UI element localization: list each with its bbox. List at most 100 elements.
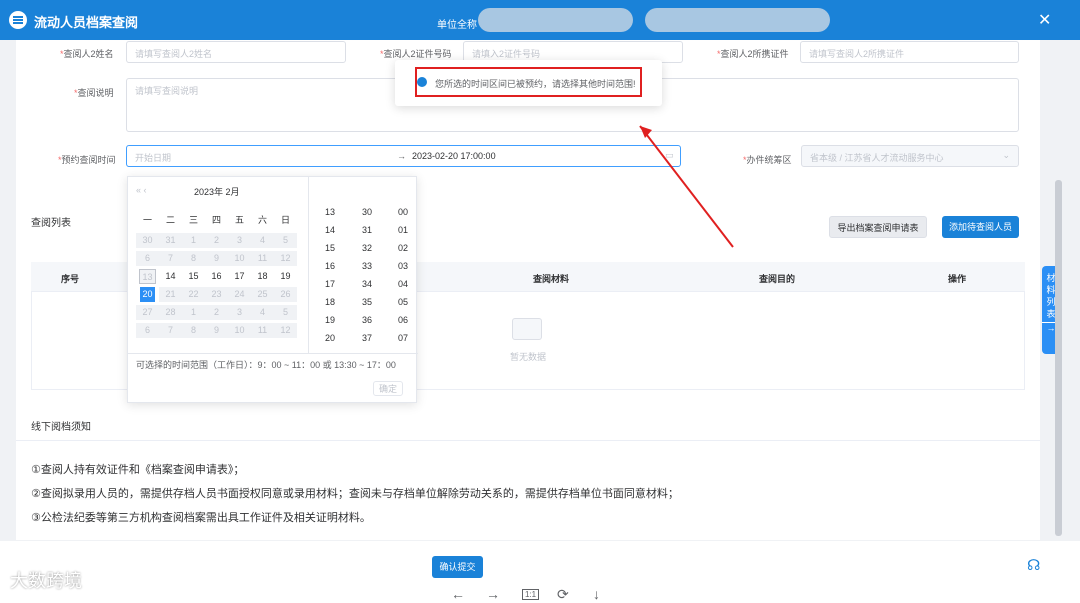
- calendar-day[interactable]: 2: [205, 233, 228, 248]
- calendar-day[interactable]: 22: [182, 287, 205, 302]
- calendar-day[interactable]: 13: [139, 269, 156, 284]
- scrollbar[interactable]: [1055, 180, 1062, 536]
- calendar-day[interactable]: 23: [205, 287, 228, 302]
- weekday-label: 二: [165, 215, 175, 225]
- calendar-day[interactable]: 24: [228, 287, 251, 302]
- time-option[interactable]: 04: [386, 279, 420, 289]
- time-option[interactable]: 01: [386, 225, 420, 235]
- time-option[interactable]: 18: [313, 297, 347, 307]
- name2-input[interactable]: 请填写查阅人2姓名: [126, 41, 346, 63]
- calendar-day[interactable]: 3: [228, 305, 251, 320]
- calendar-day[interactable]: 27: [136, 305, 159, 320]
- col-index: 序号: [61, 274, 80, 284]
- calendar-day[interactable]: 20: [140, 287, 155, 302]
- arrow-left-icon[interactable]: ←: [451, 586, 465, 602]
- time-option[interactable]: 33: [350, 261, 384, 271]
- time-option[interactable]: 36: [350, 315, 384, 325]
- calendar-day[interactable]: 11: [251, 251, 274, 266]
- calendar-day[interactable]: 2: [205, 305, 228, 320]
- calendar-day[interactable]: 6: [136, 323, 159, 338]
- calendar-day[interactable]: 18: [251, 269, 274, 284]
- confirm-button[interactable]: 确定: [373, 381, 403, 396]
- cert2-input[interactable]: 请填写查阅人2所携证件: [800, 41, 1019, 63]
- calendar-day[interactable]: 10: [228, 251, 251, 266]
- name2-label: *查阅人2姓名: [60, 49, 114, 59]
- calendar-day[interactable]: 4: [251, 305, 274, 320]
- prev-nav[interactable]: « ‹: [136, 185, 147, 195]
- calendar-day[interactable]: 7: [159, 251, 182, 266]
- calendar-day[interactable]: 21: [159, 287, 182, 302]
- calendar-day[interactable]: 12: [274, 323, 297, 338]
- date-picker: « ‹ 2023年 2月 一二三四五六日 30 31 1 2 3 4 5 6 7 8 9 10 11 12…: [127, 176, 420, 403]
- time-option[interactable]: 17: [313, 279, 347, 289]
- office-label: *办件统筹区: [743, 155, 792, 165]
- time-option[interactable]: 37: [350, 333, 384, 343]
- time-option[interactable]: 14: [313, 225, 347, 235]
- calendar-day[interactable]: 25: [251, 287, 274, 302]
- date-range-input[interactable]: 开始日期 → 2023-02-20 17:00:00 ▭: [126, 145, 681, 167]
- calendar-day[interactable]: 19: [274, 269, 297, 284]
- time-option[interactable]: 34: [350, 279, 384, 289]
- calendar-day[interactable]: 15: [182, 269, 205, 284]
- calendar-day[interactable]: 10: [228, 323, 251, 338]
- time-option[interactable]: 05: [386, 297, 420, 307]
- page-title: 流动人员档案查阅: [34, 15, 139, 30]
- empty-box-icon: [512, 318, 542, 340]
- time-option[interactable]: 07: [386, 333, 420, 343]
- time-option[interactable]: 35: [350, 297, 384, 307]
- export-button[interactable]: 导出档案查阅申请表: [829, 216, 927, 238]
- time-option[interactable]: 31: [350, 225, 384, 235]
- col-actions: 操作: [948, 274, 967, 284]
- time-option[interactable]: 02: [386, 243, 420, 253]
- calendar-day[interactable]: 9: [205, 323, 228, 338]
- time-option[interactable]: 16: [313, 261, 347, 271]
- time-option[interactable]: 15: [313, 243, 347, 253]
- calendar-day[interactable]: 8: [182, 251, 205, 266]
- calendar-day[interactable]: 7: [159, 323, 182, 338]
- submit-button[interactable]: 确认提交: [432, 556, 483, 578]
- office-select[interactable]: 省本级 / 江苏省人才流动服务中心 ⌄: [801, 145, 1019, 167]
- col-material: 查阅材料: [533, 274, 570, 284]
- calendar-day[interactable]: 1: [182, 305, 205, 320]
- calendar-day[interactable]: 17: [228, 269, 251, 284]
- calendar-day[interactable]: 11: [251, 323, 274, 338]
- calendar-day[interactable]: 3: [228, 233, 251, 248]
- start-date-input[interactable]: 开始日期: [135, 153, 171, 163]
- time-option[interactable]: 03: [386, 261, 420, 271]
- calendar-day[interactable]: 30: [136, 233, 159, 248]
- calendar-day[interactable]: 16: [205, 269, 228, 284]
- calendar-day[interactable]: 5: [274, 305, 297, 320]
- calendar-icon: ▭: [665, 150, 674, 160]
- calendar-day[interactable]: 5: [274, 233, 297, 248]
- calendar-day[interactable]: 9: [205, 251, 228, 266]
- end-date-input[interactable]: 2023-02-20 17:00:00: [412, 151, 496, 161]
- time-option[interactable]: 30: [350, 207, 384, 217]
- calendar-day[interactable]: 6: [136, 251, 159, 266]
- download-icon[interactable]: ↓: [593, 586, 600, 602]
- time-option[interactable]: 13: [313, 207, 347, 217]
- calendar-day[interactable]: 31: [159, 233, 182, 248]
- actual-size-icon[interactable]: 1:1: [522, 589, 540, 600]
- headset-icon[interactable]: ☊: [1027, 556, 1040, 574]
- note-item: ③公检法纪委等第三方机构查阅档案需出具工作证件及相关证明材料。: [31, 512, 371, 524]
- unit-label: 单位全称: [437, 20, 477, 31]
- time-option[interactable]: 19: [313, 315, 347, 325]
- time-option[interactable]: 32: [350, 243, 384, 253]
- rotate-icon[interactable]: ⟳: [557, 586, 569, 603]
- calendar-day[interactable]: 26: [274, 287, 297, 302]
- calendar-day[interactable]: 1: [182, 233, 205, 248]
- add-person-button[interactable]: 添加待查阅人员: [942, 216, 1019, 238]
- title-bar: 流动人员档案查阅 单位全称 ✕: [0, 0, 1080, 40]
- calendar-day[interactable]: 8: [182, 323, 205, 338]
- calendar-day[interactable]: 12: [274, 251, 297, 266]
- time-option[interactable]: 20: [313, 333, 347, 343]
- calendar-day[interactable]: 4: [251, 233, 274, 248]
- divider: [16, 440, 1040, 441]
- calendar-day[interactable]: 28: [159, 305, 182, 320]
- close-icon[interactable]: ✕: [1038, 10, 1051, 30]
- time-option[interactable]: 06: [386, 315, 420, 325]
- office-value: 省本级 / 江苏省人才流动服务中心: [810, 153, 944, 163]
- arrow-right-icon[interactable]: →: [486, 586, 500, 602]
- calendar-day[interactable]: 14: [159, 269, 182, 284]
- time-option[interactable]: 00: [386, 207, 420, 217]
